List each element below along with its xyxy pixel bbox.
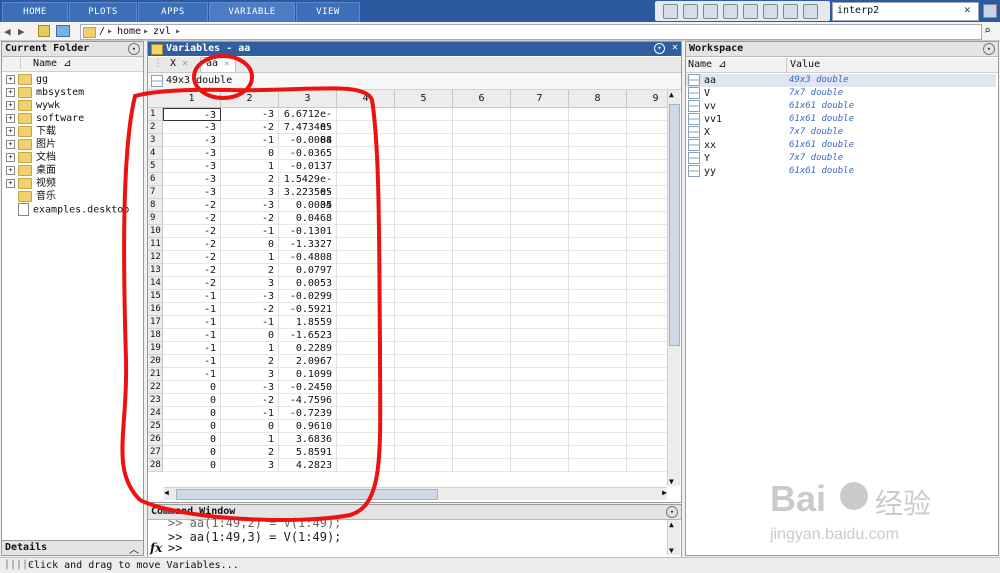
red-circle-grid [120,86,383,522]
red-annotation-overlay [120,54,383,522]
